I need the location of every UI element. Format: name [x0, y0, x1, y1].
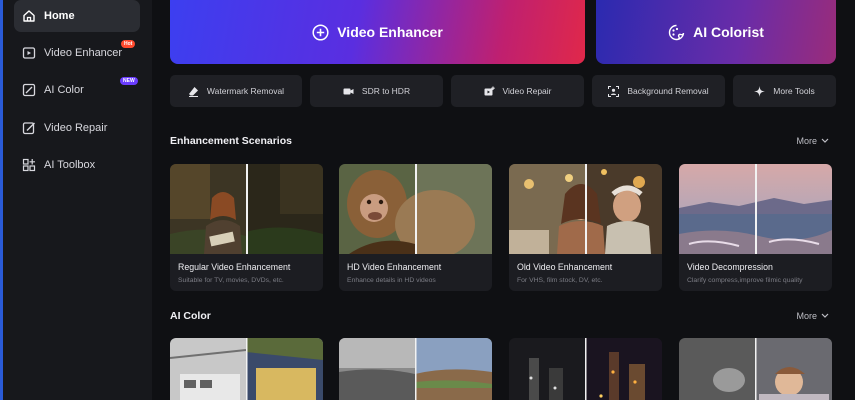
card-title: HD Video Enhancement — [347, 262, 442, 272]
tool-video-repair[interactable]: Video Repair — [451, 75, 584, 107]
scenario-card-decompression[interactable]: Video Decompression Clarify compress,imp… — [679, 164, 832, 291]
ai-colorist-banner[interactable]: AI Colorist — [596, 0, 836, 64]
tool-sdr-to-hdr[interactable]: SDR to HDR — [310, 75, 443, 107]
sidebar-item-ai-toolbox[interactable]: AI Toolbox — [14, 149, 140, 181]
toolbox-icon — [22, 158, 36, 172]
section-title-enhancement: Enhancement Scenarios — [170, 135, 292, 147]
camera-icon — [343, 86, 354, 97]
ai-color-card-4[interactable] — [679, 338, 832, 400]
card-thumbnail — [339, 164, 492, 254]
card-thumbnail — [509, 164, 662, 254]
compare-divider — [415, 164, 417, 254]
repair-icon — [22, 121, 36, 135]
sidebar-item-label: AI Toolbox — [44, 159, 96, 171]
more-link-enhancement[interactable]: More — [796, 136, 829, 146]
hot-badge: Hot — [121, 40, 136, 48]
card-thumbnail — [679, 164, 832, 254]
video-enhancer-label: Video Enhancer — [337, 24, 443, 40]
card-thumbnail — [170, 164, 323, 254]
home-icon — [22, 9, 36, 23]
card-title: Video Decompression — [687, 262, 773, 272]
sidebar-item-label: Home — [44, 10, 75, 22]
portrait-icon — [608, 85, 620, 97]
chevron-down-icon — [821, 313, 829, 318]
tool-background-removal[interactable]: Background Removal — [592, 75, 725, 107]
scenario-card-old[interactable]: Old Video Enhancement For VHS, film stoc… — [509, 164, 662, 291]
compare-divider — [585, 164, 587, 254]
video-enhancer-banner[interactable]: Video Enhancer — [170, 0, 585, 64]
card-subtitle: Clarify compress,improve filmic quality — [687, 277, 803, 284]
tool-watermark-removal[interactable]: Watermark Removal — [170, 75, 302, 107]
color-icon — [22, 83, 36, 97]
ai-colorist-label: AI Colorist — [693, 24, 764, 40]
sidebar-item-video-enhancer[interactable]: Video Enhancer Hot — [14, 37, 140, 69]
card-subtitle: Suitable for TV, movies, DVDs, etc. — [178, 277, 284, 284]
palette-icon — [668, 24, 685, 41]
eraser-icon — [188, 86, 199, 97]
sidebar-item-ai-color[interactable]: AI Color NEW — [14, 74, 140, 106]
ai-color-card-2[interactable] — [339, 338, 492, 400]
scenario-card-regular[interactable]: Regular Video Enhancement Suitable for T… — [170, 164, 323, 291]
chevron-down-icon — [821, 138, 829, 143]
sidebar-item-label: AI Color — [44, 84, 84, 96]
sidebar-item-label: Video Repair — [44, 122, 108, 134]
tool-more-tools[interactable]: More Tools — [733, 75, 836, 107]
video-plus-icon — [484, 86, 495, 97]
card-title: Old Video Enhancement — [517, 262, 613, 272]
tool-label: Background Removal — [627, 86, 709, 96]
more-label: More — [796, 136, 817, 146]
scenario-card-hd[interactable]: HD Video Enhancement Enhance details in … — [339, 164, 492, 291]
sidebar-edge — [0, 0, 3, 400]
plus-circle-icon — [312, 23, 329, 41]
tool-label: More Tools — [773, 86, 815, 96]
sidebar-item-home[interactable]: Home — [14, 0, 140, 32]
sidebar-item-video-repair[interactable]: Video Repair — [14, 112, 140, 144]
card-subtitle: Enhance details in HD videos — [347, 277, 436, 284]
video-icon — [22, 46, 36, 60]
tool-label: Video Repair — [502, 86, 552, 96]
new-badge: NEW — [120, 77, 138, 85]
sidebar-item-label: Video Enhancer — [44, 47, 123, 59]
section-title-ai-color: AI Color — [170, 310, 211, 322]
ai-color-card-3[interactable] — [509, 338, 662, 400]
tool-label: Watermark Removal — [206, 86, 285, 96]
more-label: More — [796, 311, 817, 321]
tool-label: SDR to HDR — [361, 86, 411, 96]
card-title: Regular Video Enhancement — [178, 262, 291, 272]
sparkle-icon — [754, 85, 766, 97]
card-subtitle: For VHS, film stock, DV, etc. — [517, 277, 603, 284]
ai-color-card-1[interactable] — [170, 338, 323, 400]
sidebar: Home Video Enhancer Hot AI Color NEW Vid… — [0, 0, 152, 400]
more-link-ai-color[interactable]: More — [796, 311, 829, 321]
compare-divider — [755, 164, 757, 254]
compare-divider — [246, 164, 248, 254]
main-content: Video Enhancer AI Colorist Watermark Rem… — [152, 0, 855, 400]
